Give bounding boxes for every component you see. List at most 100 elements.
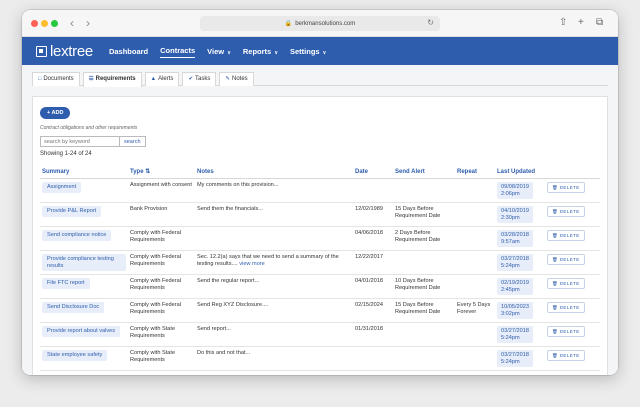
trash-icon: 🗑 <box>552 185 559 190</box>
search-button[interactable]: search <box>120 136 146 147</box>
table-row: Provide report about valves Comply with S… <box>40 322 600 347</box>
requirement-summary-link[interactable]: Provide report about valves <box>42 326 121 337</box>
date-cell: 04/01/2018 <box>353 274 393 299</box>
type-cell: Comply with State Requirements <box>128 322 195 347</box>
new-tab-icon[interactable]: + <box>578 16 584 30</box>
actions-cell: 🗑 DELETE <box>545 202 600 227</box>
maximize-window-button[interactable] <box>51 20 58 27</box>
forward-arrow-icon[interactable]: › <box>86 16 90 30</box>
tab-tasks[interactable]: ✔ Tasks <box>182 72 217 86</box>
summary-cell: State employee safety <box>40 346 128 371</box>
add-button[interactable]: + ADD <box>40 107 71 119</box>
header-last-updated[interactable]: Last Updated <box>495 165 545 179</box>
delete-button[interactable]: 🗑 DELETE <box>547 254 585 265</box>
type-cell: Comply with Federal Requirements <box>128 250 195 275</box>
last-updated-badge: 10/05/2023 3:02pm <box>497 302 533 319</box>
header-date[interactable]: Date <box>353 165 393 179</box>
delete-button[interactable]: 🗑 DELETE <box>547 182 585 193</box>
notes-cell: Send report... <box>195 322 353 347</box>
date-cell: 02/15/2024 <box>353 298 393 323</box>
date-cell <box>353 178 393 203</box>
requirements-table: Summary Type ⇅ Notes Date Send Alert Rep… <box>40 165 600 371</box>
requirement-summary-link[interactable]: Provide compliance testing results <box>42 254 126 271</box>
notes-text: Send them the financials... <box>197 206 263 212</box>
date-cell: 01/31/2018 <box>353 322 393 347</box>
view-more-link[interactable]: view more <box>239 261 265 267</box>
reload-icon[interactable]: ↻ <box>427 18 434 27</box>
table-row: File FTC report Comply with Federal Requi… <box>40 274 600 299</box>
trash-icon: 🗑 <box>552 305 559 310</box>
requirement-summary-link[interactable]: Send Disclosure Doc <box>42 302 105 313</box>
actions-cell: 🗑 DELETE <box>545 178 600 203</box>
repeat-cell <box>455 202 495 227</box>
actions-cell: 🗑 DELETE <box>545 322 600 347</box>
delete-button[interactable]: 🗑 DELETE <box>547 230 585 241</box>
search-input[interactable] <box>40 136 120 147</box>
notes-text: Send the regular report... <box>197 278 260 284</box>
repeat-cell <box>455 346 495 371</box>
header-send-alert[interactable]: Send Alert <box>393 165 455 179</box>
requirement-summary-link[interactable]: Assignment <box>42 182 82 193</box>
requirement-summary-link[interactable]: Send compliance notice <box>42 230 112 241</box>
table-row: Assignment Assignment with consent My comm… <box>40 178 600 203</box>
last-updated-cell: 03/27/2018 5:24pm <box>495 250 545 275</box>
notes-text: Do this and not that... <box>197 350 251 356</box>
nav-settings[interactable]: Settings ∨ <box>290 45 326 58</box>
nav-contracts[interactable]: Contracts <box>160 44 196 58</box>
last-updated-badge: 03/27/2018 5:24pm <box>497 350 533 367</box>
chevron-down-icon: ∨ <box>227 49 231 56</box>
notes-cell: Do this and not that... <box>195 346 353 371</box>
last-updated-badge: 03/27/2018 5:24pm <box>497 326 533 343</box>
repeat-cell <box>455 250 495 275</box>
notes-cell: Sec. 12.2(a) says that we need to send a… <box>195 250 353 275</box>
document-icon: □ <box>38 76 42 82</box>
nav-view[interactable]: View ∨ <box>207 45 231 58</box>
alert-cell <box>393 322 455 347</box>
chevron-down-icon: ∨ <box>274 49 278 56</box>
table-row: Provide compliance testing results Comply… <box>40 250 600 275</box>
header-repeat[interactable]: Repeat <box>455 165 495 179</box>
tab-documents[interactable]: □ Documents <box>32 72 80 86</box>
nav-reports[interactable]: Reports ∨ <box>243 45 278 58</box>
trash-icon: 🗑 <box>552 329 559 334</box>
type-cell: Comply with Federal Requirements <box>128 298 195 323</box>
nav-dashboard[interactable]: Dashboard <box>109 45 148 58</box>
delete-button[interactable]: 🗑 DELETE <box>547 302 585 313</box>
close-window-button[interactable] <box>31 20 38 27</box>
address-bar[interactable]: 🔒 berkmansolutions.com ↻ <box>200 16 440 31</box>
date-cell: 12/22/2017 <box>353 250 393 275</box>
type-cell: Bank Provision <box>128 202 195 227</box>
delete-button[interactable]: 🗑 DELETE <box>547 326 585 337</box>
header-actions <box>545 165 600 179</box>
notes-cell: Send them the financials... <box>195 202 353 227</box>
delete-button[interactable]: 🗑 DELETE <box>547 350 585 361</box>
requirement-summary-link[interactable]: File FTC report <box>42 278 90 289</box>
minimize-window-button[interactable] <box>41 20 48 27</box>
tab-alerts[interactable]: ▲ Alerts <box>144 72 180 86</box>
tab-notes[interactable]: ✎ Notes <box>219 72 254 86</box>
chevron-down-icon: ∨ <box>322 49 327 56</box>
delete-button[interactable]: 🗑 DELETE <box>547 206 585 217</box>
sort-icon[interactable]: ⇅ <box>145 169 150 175</box>
repeat-cell <box>455 178 495 203</box>
date-cell: 04/06/2018 <box>353 226 393 251</box>
requirement-summary-link[interactable]: Provide P&L Report <box>42 206 102 217</box>
notes-text: Send report... <box>197 326 231 332</box>
repeat-cell <box>455 226 495 251</box>
header-notes[interactable]: Notes <box>195 165 353 179</box>
logo[interactable]: lextree <box>36 43 93 60</box>
panel-subtitle: Contract obligations and other requireme… <box>40 125 138 131</box>
header-type[interactable]: Type ⇅ <box>128 165 195 179</box>
type-cell: Comply with Federal Requirements <box>128 226 195 251</box>
last-updated-cell: 03/27/2018 5:24pm <box>495 346 545 371</box>
tab-overview-icon[interactable]: ⧉ <box>596 16 603 30</box>
repeat-cell: Every 5 Days Forever <box>455 298 495 323</box>
last-updated-cell: 03/27/2018 5:24pm <box>495 322 545 347</box>
back-arrow-icon[interactable]: ‹ <box>70 16 74 30</box>
requirement-summary-link[interactable]: State employee safety <box>42 350 108 361</box>
share-icon[interactable]: ⇧ <box>559 16 567 30</box>
delete-button[interactable]: 🗑 DELETE <box>547 278 585 289</box>
tab-requirements[interactable]: ☰ Requirements <box>82 72 142 87</box>
browser-toolbar: ‹ › 🔒 berkmansolutions.com ↻ ⇧ + ⧉ <box>22 10 618 37</box>
header-summary[interactable]: Summary <box>40 165 128 179</box>
